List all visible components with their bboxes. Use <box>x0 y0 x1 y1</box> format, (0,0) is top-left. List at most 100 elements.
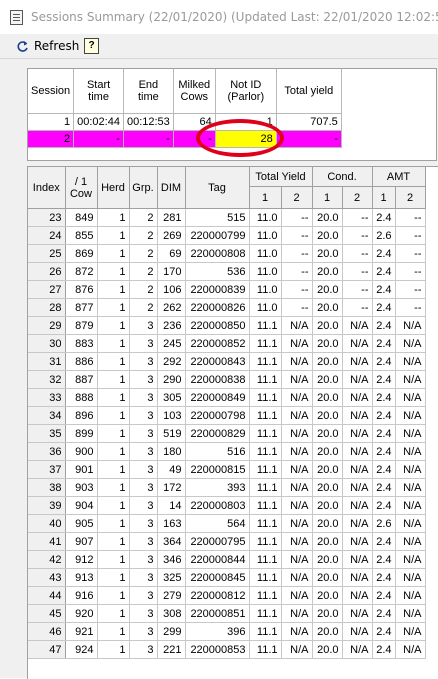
cell-dim: 180 <box>157 442 186 461</box>
col-header-milked-cows[interactable]: Milked Cows <box>173 69 216 114</box>
col-header-end-time[interactable]: End time <box>123 69 174 114</box>
cell-cow: 888 <box>65 388 98 407</box>
cell-group: 2 <box>129 298 158 317</box>
col-header-total-yield[interactable]: Total yield <box>276 69 342 114</box>
cell-yield-2: N/A <box>281 460 313 479</box>
cell-cond-1: 20.0 <box>312 262 343 281</box>
cell-group: 3 <box>129 622 158 641</box>
summary-row-highlighted[interactable]: 2 - - - 28 - <box>28 130 342 148</box>
cell-index: 45 <box>28 604 66 623</box>
cell-dim: 305 <box>157 388 186 407</box>
col-header-start-time[interactable]: Start time <box>73 69 124 114</box>
cell-yield-1: 11.1 <box>249 424 282 443</box>
cell-index: 44 <box>28 586 66 605</box>
cell-yield-1: 11.1 <box>249 334 282 353</box>
col-subheader-cond-1: 1 <box>312 186 343 209</box>
table-row[interactable]: 47 924 1 3 221 220000853 11.1 N/A 20.0 N/A 2.4 N/A <box>28 640 426 659</box>
table-row[interactable]: 23 849 1 2 281 515 11.0 -- 20.0 -- 2.4 -- <box>28 208 426 227</box>
table-row[interactable]: 41 907 1 3 364 220000795 11.1 N/A 20.0 N/A 2.4 N/A <box>28 532 426 551</box>
col-header-session[interactable]: Session <box>28 69 75 114</box>
cell-amt-2: N/A <box>395 424 426 443</box>
col-header-total-yield[interactable]: Total Yield <box>249 167 313 188</box>
cell-dim: 325 <box>157 568 186 587</box>
table-row[interactable]: 25 869 1 2 69 220000808 11.0 -- 20.0 -- 2.4 -- <box>28 244 426 263</box>
title-bar: Sessions Summary (22/01/2020) (Updated L… <box>0 0 438 34</box>
cell-cond-2: N/A <box>342 568 373 587</box>
cell-dim: 170 <box>157 262 186 281</box>
cell-amt-1: 2.4 <box>372 244 396 263</box>
cell-yield-1: 11.1 <box>249 442 282 461</box>
cell-yield-1: 11.1 <box>249 550 282 569</box>
table-row[interactable]: 38 903 1 3 172 393 11.1 N/A 20.0 N/A 2.4 N/A <box>28 478 426 497</box>
table-row[interactable]: 28 877 1 2 262 220000826 11.0 -- 20.0 -- 2.4 -- <box>28 298 426 317</box>
cell-tag: 220000798 <box>185 406 250 425</box>
cell-group: 2 <box>129 226 158 245</box>
table-row[interactable]: 42 912 1 3 346 220000844 11.1 N/A 20.0 N/A 2.4 N/A <box>28 550 426 569</box>
table-row[interactable]: 34 896 1 3 103 220000798 11.1 N/A 20.0 N/A 2.4 N/A <box>28 406 426 425</box>
cell-yield-2: N/A <box>281 424 313 443</box>
cell-group: 3 <box>129 496 158 515</box>
cell-amt-2: N/A <box>395 442 426 461</box>
cell-group: 3 <box>129 334 158 353</box>
table-row[interactable]: 39 904 1 3 14 220000803 11.1 N/A 20.0 N/A 2.4 N/A <box>28 496 426 515</box>
table-row[interactable]: 46 921 1 3 299 396 11.1 N/A 20.0 N/A 2.4 N/A <box>28 622 426 641</box>
cell-group: 2 <box>129 262 158 281</box>
col-subheader-yield-1: 1 <box>249 186 282 209</box>
cell-index: 47 <box>28 640 66 659</box>
cell-herd: 1 <box>97 532 130 551</box>
col-subheader-yield-2: 2 <box>281 186 313 209</box>
cell-cond-1: 20.0 <box>312 568 343 587</box>
cell-index: 41 <box>28 532 66 551</box>
cell-amt-1: 2.4 <box>372 370 396 389</box>
cell-amt-2: -- <box>395 226 426 245</box>
table-row[interactable]: 44 916 1 3 279 220000812 11.1 N/A 20.0 N/A 2.4 N/A <box>28 586 426 605</box>
cell-group: 3 <box>129 514 158 533</box>
table-row[interactable]: 27 876 1 2 106 220000839 11.0 -- 20.0 -- 2.4 -- <box>28 280 426 299</box>
table-row[interactable]: 29 879 1 3 236 220000850 11.1 N/A 20.0 N/A 2.4 N/A <box>28 316 426 335</box>
cell-cond-2: -- <box>342 280 373 299</box>
cell-index: 24 <box>28 226 66 245</box>
col-header-not-id[interactable]: Not ID (Parlor) <box>215 69 277 114</box>
table-row[interactable]: 24 855 1 2 269 220000799 11.0 -- 20.0 -- 2.6 -- <box>28 226 426 245</box>
col-header-group[interactable]: Grp. <box>129 167 158 209</box>
cell-group: 3 <box>129 352 158 371</box>
cell-yield-1: 11.1 <box>249 460 282 479</box>
cell-amt-1: 2.4 <box>372 568 396 587</box>
table-row[interactable]: 33 888 1 3 305 220000849 11.1 N/A 20.0 N/A 2.4 N/A <box>28 388 426 407</box>
table-row[interactable]: 26 872 1 2 170 536 11.0 -- 20.0 -- 2.4 -- <box>28 262 426 281</box>
table-row[interactable]: 45 920 1 3 308 220000851 11.1 N/A 20.0 N/A 2.4 N/A <box>28 604 426 623</box>
col-header-cond[interactable]: Cond. <box>312 167 373 188</box>
cell-tag: 564 <box>185 514 250 533</box>
cell-herd: 1 <box>97 550 130 569</box>
col-header-amt[interactable]: AMT <box>372 167 426 188</box>
cell-amt-1: 2.4 <box>372 352 396 371</box>
cell-yield-1: 11.1 <box>249 478 282 497</box>
cell-tag: 220000845 <box>185 568 250 587</box>
table-row[interactable]: 36 900 1 3 180 516 11.1 N/A 20.0 N/A 2.4 N/A <box>28 442 426 461</box>
cell-cow: 907 <box>65 532 98 551</box>
cell-amt-2: N/A <box>395 604 426 623</box>
help-icon[interactable]: ? <box>84 38 99 54</box>
table-row[interactable]: 35 899 1 3 519 220000829 11.1 N/A 20.0 N/A 2.4 N/A <box>28 424 426 443</box>
col-header-herd[interactable]: Herd <box>97 167 130 209</box>
cell-cond-2: N/A <box>342 352 373 371</box>
cell-cond-2: N/A <box>342 442 373 461</box>
cell-amt-1: 2.6 <box>372 226 396 245</box>
table-row[interactable]: 43 913 1 3 325 220000845 11.1 N/A 20.0 N/A 2.4 N/A <box>28 568 426 587</box>
table-row[interactable]: 37 901 1 3 49 220000815 11.1 N/A 20.0 N/A 2.4 N/A <box>28 460 426 479</box>
table-row[interactable]: 30 883 1 3 245 220000852 11.1 N/A 20.0 N/A 2.4 N/A <box>28 334 426 353</box>
cell-yield-2: -- <box>281 226 313 245</box>
table-row[interactable]: 40 905 1 3 163 564 11.1 N/A 20.0 N/A 2.6 N/A <box>28 514 426 533</box>
table-row[interactable]: 31 886 1 3 292 220000843 11.1 N/A 20.0 N/A 2.4 N/A <box>28 352 426 371</box>
cell-yield-1: 11.1 <box>249 586 282 605</box>
col-header-tag[interactable]: Tag <box>185 167 250 209</box>
refresh-button[interactable]: Refresh <box>16 38 79 54</box>
col-header-cow[interactable]: / 1 Cow <box>65 167 98 209</box>
cell-index: 38 <box>28 478 66 497</box>
table-row[interactable]: 32 887 1 3 290 220000838 11.1 N/A 20.0 N/A 2.4 N/A <box>28 370 426 389</box>
col-header-dim[interactable]: DIM <box>157 167 186 209</box>
summary-row[interactable]: 1 00:02:44 00:12:53 64 1 707.5 <box>28 113 342 131</box>
col-header-index[interactable]: Index <box>28 167 66 209</box>
cell-tag: 536 <box>185 262 250 281</box>
cell-cow: 921 <box>65 622 98 641</box>
